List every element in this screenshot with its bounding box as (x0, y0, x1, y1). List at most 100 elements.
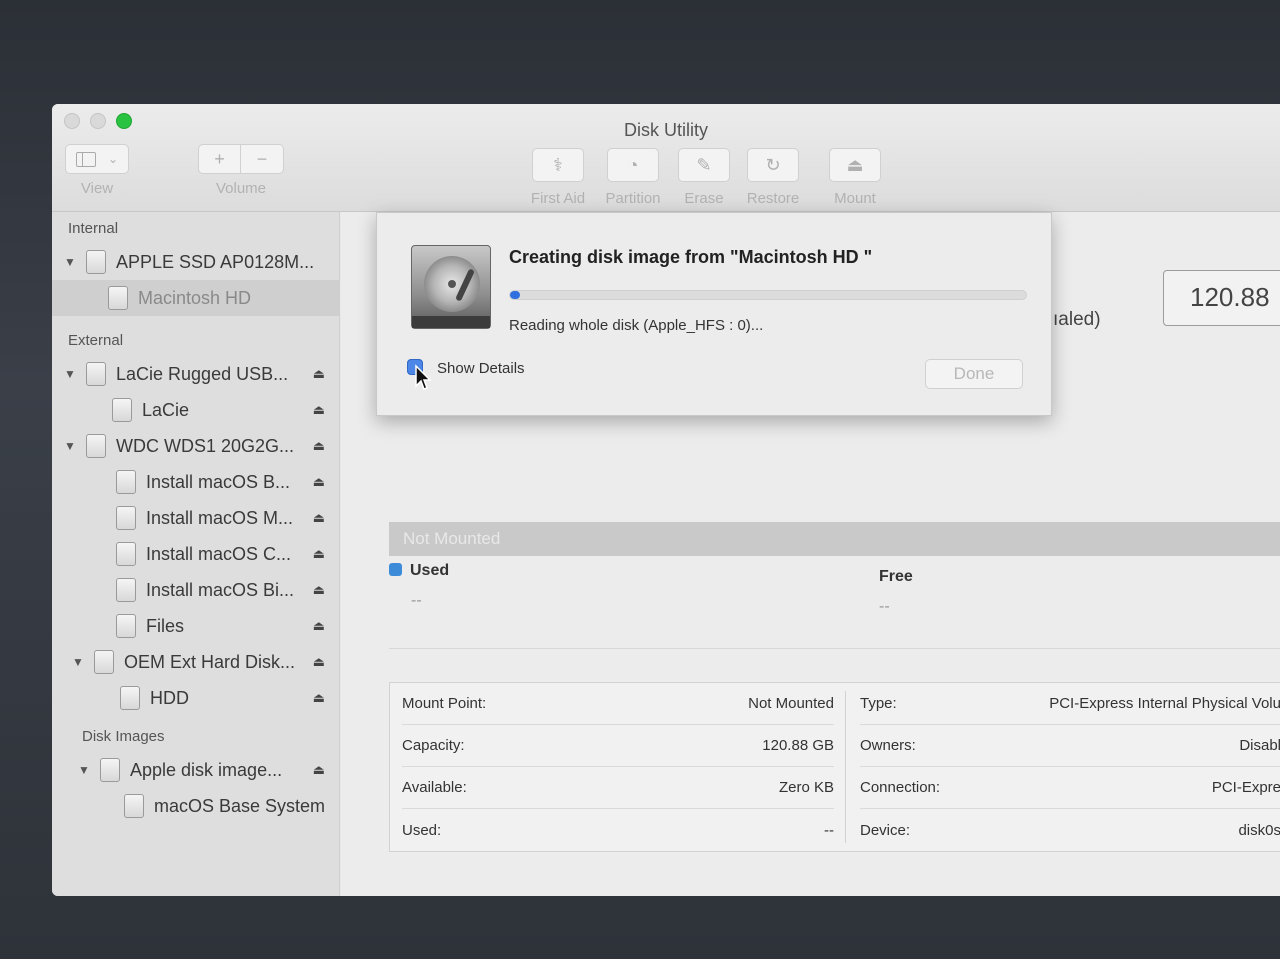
restore-icon: ↻ (765, 154, 781, 175)
sidebar-icon (75, 151, 96, 167)
disclosure-triangle-icon[interactable]: ▼ (64, 367, 78, 381)
sidebar-item-install-macos-b[interactable]: Install macOS B... ⏏ (52, 464, 339, 500)
done-button[interactable]: Done (925, 359, 1023, 389)
sidebar-header-internal: Internal (68, 220, 119, 237)
used-legend: Used -- (389, 562, 449, 610)
sidebar-header-external: External (68, 332, 124, 349)
volume-icon (108, 286, 128, 310)
add-volume-button[interactable]: + (198, 144, 241, 174)
sidebar-item-apple-disk-image[interactable]: ▼ Apple disk image... ⏏ (52, 752, 339, 788)
disk-icon (94, 650, 114, 674)
sidebar-item-macos-base-system[interactable]: macOS Base System (52, 788, 339, 824)
info-row-owners: Owners: Disabl (860, 725, 1280, 767)
mount-button[interactable]: ⏏ Mount (815, 148, 895, 207)
eject-icon[interactable]: ⏏ (313, 762, 325, 778)
progress-bar (509, 290, 1027, 300)
pie-chart-icon: ◔ (627, 154, 639, 175)
sidebar-item-lacie[interactable]: LaCie ⏏ (52, 392, 339, 428)
volume-control: + − Volume (198, 144, 284, 197)
info-column-left: Mount Point: Not Mounted Capacity: 120.8… (402, 683, 834, 851)
info-row-type: Type: PCI-Express Internal Physical Volu (860, 683, 1280, 725)
info-row-capacity: Capacity: 120.88 GB (402, 725, 834, 767)
eject-icon[interactable]: ⏏ (313, 654, 325, 670)
first-aid-button[interactable]: ⚕ First Aid (518, 148, 598, 207)
sidebar: Internal ▼ APPLE SSD AP0128M... Macintos… (52, 212, 340, 896)
sidebar-item-oem-ext-hard-disk[interactable]: ▼ OEM Ext Hard Disk... ⏏ (52, 644, 339, 680)
remove-volume-button[interactable]: − (241, 144, 284, 174)
sidebar-item-wdc[interactable]: ▼ WDC WDS1 20G2G... ⏏ (52, 428, 339, 464)
partition-button[interactable]: ◔ Partition (593, 148, 673, 207)
used-legend-value: -- (411, 592, 422, 609)
disclosure-triangle-icon[interactable]: ▼ (72, 655, 86, 669)
dialog-status: Reading whole disk (Apple_HFS : 0)... (509, 317, 764, 334)
mouse-cursor-icon (415, 364, 432, 390)
sidebar-item-apple-ssd[interactable]: ▼ APPLE SSD AP0128M... (52, 244, 339, 280)
sidebar-item-macintosh-hd[interactable]: Macintosh HD (52, 280, 339, 316)
capacity-box: 120.88 (1163, 270, 1280, 326)
sidebar-item-install-macos-c[interactable]: Install macOS C... ⏏ (52, 536, 339, 572)
disclosure-triangle-icon[interactable]: ▼ (78, 763, 92, 777)
chevron-down-icon: ⌄ (107, 152, 119, 166)
sidebar-item-files[interactable]: Files ⏏ (52, 608, 339, 644)
erase-icon: ✎ (696, 154, 712, 175)
eject-icon[interactable]: ⏏ (313, 366, 325, 382)
plus-icon: + (214, 148, 225, 169)
dialog-title: Creating disk image from "Macintosh HD " (509, 247, 873, 267)
eject-icon[interactable]: ⏏ (313, 474, 325, 490)
stethoscope-icon: ⚕ (553, 154, 563, 175)
hard-drive-icon (411, 245, 491, 329)
volume-icon (116, 614, 136, 638)
volume-icon (116, 542, 136, 566)
progress-bar-fill (510, 291, 521, 299)
info-column-right: Type: PCI-Express Internal Physical Volu… (860, 683, 1280, 851)
volume-icon (112, 398, 132, 422)
eject-icon[interactable]: ⏏ (313, 438, 325, 454)
sidebar-item-lacie-rugged[interactable]: ▼ LaCie Rugged USB... ⏏ (52, 356, 339, 392)
erase-button[interactable]: ✎ Erase (664, 148, 744, 207)
disk-icon (86, 362, 106, 386)
sidebar-item-install-macos-bi[interactable]: Install macOS Bi... ⏏ (52, 572, 339, 608)
disclosure-triangle-icon[interactable]: ▼ (64, 439, 78, 453)
eject-icon[interactable]: ⏏ (313, 546, 325, 562)
divider (389, 648, 1280, 649)
disk-icon (86, 434, 106, 458)
usage-bar-status: Not Mounted (389, 522, 1280, 556)
eject-icon[interactable]: ⏏ (313, 510, 325, 526)
volume-icon (116, 470, 136, 494)
window-title: Disk Utility (624, 120, 708, 140)
disclosure-triangle-icon[interactable]: ▼ (64, 255, 78, 269)
info-table: Mount Point: Not Mounted Capacity: 120.8… (389, 682, 1280, 852)
volume-icon (116, 578, 136, 602)
view-control: ⌄ View (64, 144, 130, 197)
view-label: View (80, 180, 114, 197)
eject-icon[interactable]: ⏏ (313, 582, 325, 598)
create-image-dialog: Creating disk image from "Macintosh HD "… (376, 212, 1052, 416)
disk-icon (100, 758, 120, 782)
free-legend-value: -- (879, 598, 890, 615)
sidebar-item-install-macos-m[interactable]: Install macOS M... ⏏ (52, 500, 339, 536)
info-row-device: Device: disk0s (860, 821, 1280, 839)
eject-icon[interactable]: ⏏ (313, 618, 325, 634)
volume-label: Volume (215, 180, 267, 197)
volume-icon (120, 686, 140, 710)
view-button[interactable]: ⌄ (65, 144, 129, 174)
used-color-swatch (389, 563, 402, 576)
volume-icon (116, 506, 136, 530)
sidebar-item-hdd[interactable]: HDD ⏏ (52, 680, 339, 716)
restore-button[interactable]: ↻ Restore (733, 148, 813, 207)
volume-icon (124, 794, 144, 818)
mount-icon: ⏏ (846, 154, 864, 175)
show-details-label[interactable]: Show Details (437, 360, 525, 377)
sidebar-header-disk-images: Disk Images (82, 728, 165, 745)
toolbar: Disk Utility ⌄ View + − Volume ⚕ First A… (52, 104, 1280, 212)
minus-icon: − (256, 148, 268, 169)
info-row-mount-point: Mount Point: Not Mounted (402, 683, 834, 725)
column-divider (845, 691, 846, 843)
info-row-available: Available: Zero KB (402, 767, 834, 809)
free-legend: Free -- (879, 568, 913, 615)
eject-icon[interactable]: ⏏ (313, 690, 325, 706)
info-row-used: Used: -- (402, 821, 834, 839)
info-row-connection: Connection: PCI-Expre (860, 767, 1280, 809)
capacity-scaled-text: ıaled) (1053, 309, 1101, 330)
eject-icon[interactable]: ⏏ (313, 402, 325, 418)
